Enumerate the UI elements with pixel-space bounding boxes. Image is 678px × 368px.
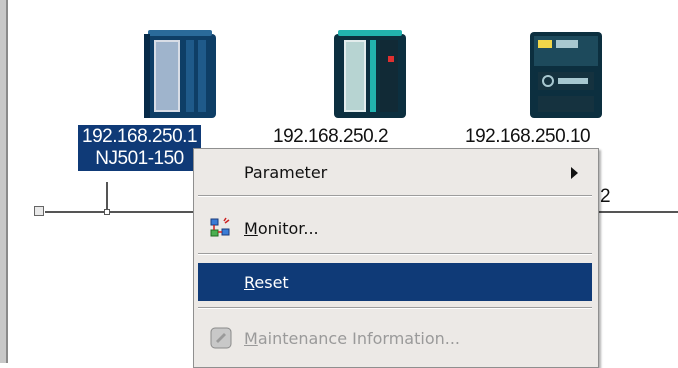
controller-device-2-icon[interactable] — [328, 26, 414, 120]
menu-item-monitor-label: Monitor... — [244, 219, 319, 238]
canvas-left-border — [0, 0, 8, 363]
maintenance-info-icon — [210, 327, 232, 349]
device-1-label[interactable]: 192.168.250.1 NJ501-150 — [78, 125, 202, 171]
monitor-mnemonic: M — [244, 218, 258, 238]
menu-separator — [198, 253, 592, 255]
device-2-ip[interactable]: 192.168.250.2 — [273, 126, 389, 148]
controller-device-3-icon[interactable] — [526, 26, 606, 120]
menu-item-maintenance-information[interactable]: Maintenance Information... — [198, 319, 592, 357]
device-2-model-partial: 2 — [600, 186, 611, 207]
menu-separator — [198, 307, 592, 309]
device-1-model: NJ501-150 — [95, 148, 184, 169]
device-3-ip[interactable]: 192.168.250.10 — [465, 126, 591, 148]
reset-mnemonic: R — [244, 272, 255, 292]
menu-separator — [198, 195, 592, 197]
network-monitor-icon — [210, 217, 232, 239]
menu-item-parameter[interactable]: Parameter — [198, 153, 592, 191]
menu-item-parameter-label: Parameter — [244, 162, 328, 182]
monitor-label-rest: onitor... — [257, 218, 319, 238]
submenu-arrow-icon — [571, 167, 578, 179]
device-1-drop-line — [106, 182, 108, 212]
network-start-node[interactable] — [34, 206, 44, 216]
menu-item-reset[interactable]: Reset — [198, 263, 592, 301]
nj-controller-device-icon[interactable] — [138, 26, 224, 120]
menu-item-reset-label: Reset — [244, 273, 289, 292]
device-1-connection-node — [104, 209, 110, 215]
maintenance-label-rest: aintenance Information... — [257, 328, 461, 348]
maintenance-mnemonic: M — [244, 328, 258, 348]
menu-item-monitor[interactable]: Monitor... — [198, 209, 592, 247]
network-line-left — [45, 211, 195, 213]
device-1-ip: 192.168.250.1 — [82, 126, 198, 147]
reset-label-rest: eset — [254, 272, 289, 292]
network-line-right — [598, 211, 678, 213]
context-menu: Parameter Monitor... Reset Maintenance I… — [193, 148, 599, 368]
menu-item-maintenance-label: Maintenance Information... — [244, 329, 460, 348]
